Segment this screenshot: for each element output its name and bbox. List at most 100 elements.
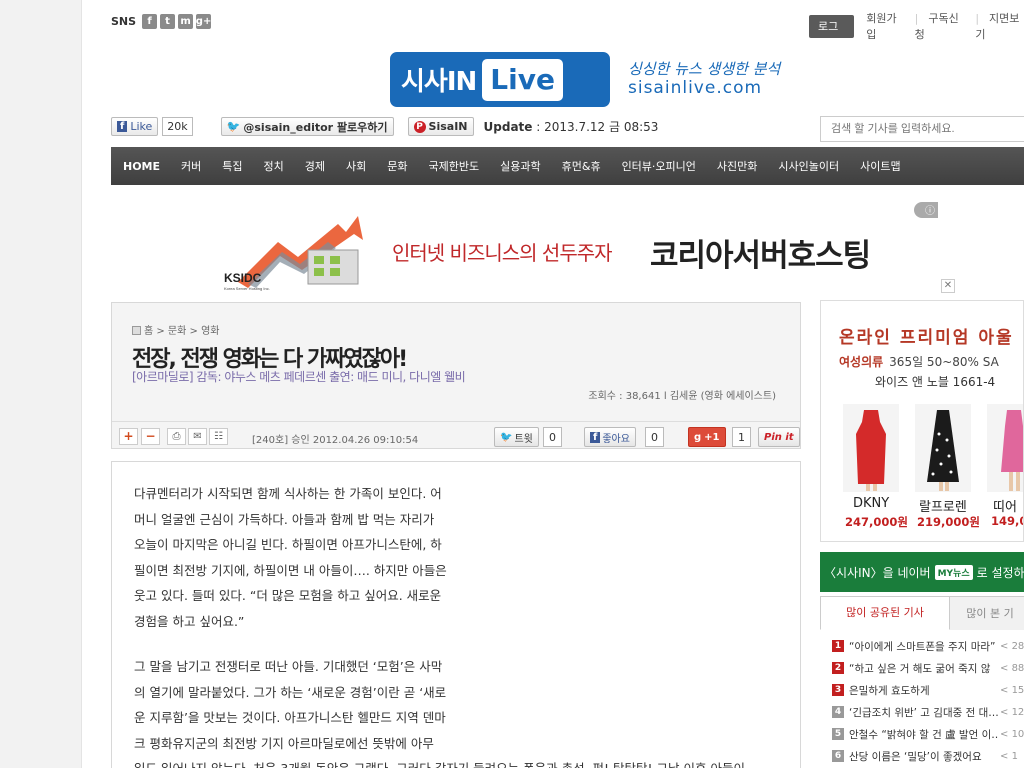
share-count-value: 10 bbox=[1011, 728, 1024, 740]
nav-human[interactable]: 휴먼&휴 bbox=[562, 158, 601, 174]
home-icon[interactable] bbox=[132, 326, 141, 335]
facebook-icon[interactable]: f bbox=[142, 14, 158, 29]
rank-title: 산당 이름은 ‘밀당’이 좋겠어요 bbox=[849, 750, 982, 763]
outlet-ad-category: 여성의류 bbox=[839, 355, 884, 369]
outlet-ad[interactable]: 온라인 프리미엄 아울 여성의류 365일 50~80% SA 와이즈 앤 노블 … bbox=[820, 300, 1024, 542]
pin-it-button[interactable]: Pin it bbox=[758, 427, 800, 447]
subscribe-link[interactable]: 구독신청 bbox=[915, 10, 964, 42]
list-item[interactable]: 1 “아이에게 스마트폰을 주지 마라” < 28 bbox=[832, 638, 1024, 654]
nav-home[interactable]: HOME bbox=[123, 160, 160, 173]
nav-society[interactable]: 사회 bbox=[346, 158, 366, 174]
share-count: < 1 bbox=[1000, 750, 1018, 762]
twitter-icon: 🐦 bbox=[500, 431, 513, 443]
share-count: < 15 bbox=[1000, 684, 1024, 696]
scrap-icon[interactable]: ☷ bbox=[209, 428, 228, 445]
list-item[interactable]: 4 ‘긴급조치 위반’ 고 김대중 전 대… < 12 bbox=[832, 704, 1024, 720]
banner-name: 코리아서버호스팅 bbox=[650, 238, 871, 274]
tweet-button[interactable]: 🐦 트윗 bbox=[494, 427, 539, 447]
site-logo[interactable]: 시사IN Live bbox=[390, 52, 610, 107]
left-gutter bbox=[0, 0, 82, 768]
email-icon[interactable]: ✉ bbox=[188, 428, 207, 445]
share-count-value: 15 bbox=[1011, 684, 1024, 696]
dress-image[interactable] bbox=[915, 404, 971, 492]
list-item[interactable]: 2 “하고 싶은 거 해도 굶어 죽지 않 < 88 bbox=[832, 660, 1024, 676]
popular-tabs: 많이 공유된 기사 많이 본 기 bbox=[820, 596, 1024, 630]
twitter-icon[interactable]: t bbox=[160, 14, 176, 29]
list-item[interactable]: 5 안철수 “밝혀야 할 건 盧 발언 이… < 10 bbox=[832, 726, 1024, 742]
item-name: 랄프로렌 bbox=[919, 500, 967, 515]
signup-link[interactable]: 회원가입 bbox=[866, 10, 902, 42]
update-time: Update : 2013.7.12 금 08:53 bbox=[484, 118, 659, 135]
login-button[interactable]: 로그인 bbox=[809, 14, 855, 56]
gplus-label: +1 bbox=[704, 431, 720, 443]
google-plus-icon[interactable]: g+ bbox=[196, 14, 211, 29]
dress-image[interactable] bbox=[987, 404, 1024, 492]
breadcrumb: 홈 > 문화 > 영화 bbox=[132, 322, 219, 337]
list-item[interactable]: 6 산당 이름은 ‘밀당’이 좋겠어요 < 1 bbox=[832, 748, 1022, 764]
issue-info: [240호] 승인 2012.04.26 09:10:54 bbox=[252, 435, 419, 446]
twitter-follow-button[interactable]: 🐦 @sisain_editor 팔로우하기 bbox=[220, 117, 394, 136]
nav-economy[interactable]: 경제 bbox=[305, 158, 325, 174]
font-decrease-button[interactable]: − bbox=[141, 428, 160, 445]
sns-bar: SNS f t m g+ bbox=[111, 14, 211, 29]
mynews-tag: MY뉴스 bbox=[934, 564, 973, 580]
share-count-value: 88 bbox=[1011, 662, 1024, 674]
tab-most-viewed[interactable]: 많이 본 기 bbox=[950, 596, 1024, 630]
nav-playground[interactable]: 시사인놀이터 bbox=[778, 158, 839, 174]
nav-science[interactable]: 실용과학 bbox=[500, 158, 540, 174]
close-icon[interactable]: ✕ bbox=[941, 279, 955, 293]
rank-title: ‘긴급조치 위반’ 고 김대중 전 대… bbox=[849, 706, 999, 719]
fb-like-count: 0 bbox=[645, 427, 664, 447]
body-line: 경험을 하고 싶어요.” bbox=[134, 613, 245, 629]
naver-mynews-banner[interactable]: 〈시사IN〉을 네이버 MY뉴스 로 설정하 bbox=[820, 552, 1024, 592]
search-input[interactable] bbox=[820, 116, 1024, 142]
logo-brand: 시사IN bbox=[401, 67, 477, 97]
info-icon[interactable]: ⓘ bbox=[914, 202, 938, 218]
rank-number: 4 bbox=[832, 706, 844, 718]
banner-ad[interactable]: KSIDC Korea Server Hosting Inc. 인터넷 비즈니스… bbox=[210, 204, 940, 292]
facebook-like-share-button[interactable]: f 좋아요 bbox=[584, 427, 636, 447]
outlet-ad-sale: 365일 50~80% SA bbox=[889, 355, 999, 369]
nav-international[interactable]: 국제한반도 bbox=[429, 158, 480, 174]
google-plus-button[interactable]: g +1 bbox=[688, 427, 726, 447]
print-edition-link[interactable]: 지면보기 bbox=[975, 10, 1024, 42]
nav-cover[interactable]: 커버 bbox=[181, 158, 201, 174]
facebook-icon: f bbox=[117, 121, 128, 132]
share-count: < 88 bbox=[1000, 662, 1024, 674]
print-icon[interactable]: ⎙ bbox=[167, 428, 186, 445]
body-line: 웃고 있다. 들떠 있다. “더 많은 모험을 하고 싶어요. 새로운 bbox=[134, 588, 442, 603]
pinterest-follow-button[interactable]: P SisaIN bbox=[407, 117, 474, 136]
outlet-ad-sub: 여성의류 365일 50~80% SA bbox=[839, 353, 999, 370]
body-line: 크 평화유지군의 최전방 기지 아르마딜로에선 뜻밖에 아무 bbox=[134, 735, 434, 751]
like-count: 20k bbox=[162, 117, 193, 136]
nav-culture[interactable]: 문화 bbox=[387, 158, 407, 174]
tweet-label: 트윗 bbox=[514, 433, 533, 445]
rank-number: 5 bbox=[832, 728, 844, 740]
dress-image[interactable] bbox=[843, 404, 899, 492]
site-domain: sisainlive.com bbox=[628, 78, 763, 98]
tweet-count: 0 bbox=[543, 427, 562, 447]
rank-title: “아이에게 스마트폰을 주지 마라” bbox=[849, 640, 996, 653]
nav-politics[interactable]: 정치 bbox=[264, 158, 284, 174]
nav-special[interactable]: 특집 bbox=[222, 158, 242, 174]
nav-photo[interactable]: 사진만화 bbox=[717, 158, 757, 174]
item-name: 띠어 bbox=[993, 500, 1017, 515]
body-line: 운 지루함’을 맛보는 것이다. 아프가니스탄 헬만드 지역 덴마 bbox=[134, 710, 446, 725]
nav-interview[interactable]: 인터뷰·오피니언 bbox=[622, 158, 696, 174]
font-increase-button[interactable]: + bbox=[119, 428, 138, 445]
pinterest-icon: P bbox=[413, 120, 426, 133]
update-value: : 2013.7.12 금 08:53 bbox=[536, 120, 659, 134]
list-item[interactable]: 3 은밀하게 효도하게 < 15 bbox=[832, 682, 1024, 698]
me2day-icon[interactable]: m bbox=[178, 14, 194, 29]
breadcrumb-text[interactable]: 홈 > 문화 > 영화 bbox=[144, 326, 219, 337]
article-header: 홈 > 문화 > 영화 전장, 전쟁 영화는 다 가짜였잖아! [아르마딜로] … bbox=[111, 302, 801, 449]
tab-most-shared[interactable]: 많이 공유된 기사 bbox=[820, 596, 950, 630]
gplus-count: 1 bbox=[732, 427, 751, 447]
banner-tagline: 인터넷 비즈니스의 선두주자 bbox=[392, 241, 613, 265]
mynews-text-b: 로 설정하 bbox=[976, 565, 1024, 580]
nav-sitemap[interactable]: 사이트맵 bbox=[860, 158, 900, 174]
google-plus-icon: g bbox=[694, 431, 702, 443]
pinterest-label: SisaIN bbox=[428, 120, 468, 133]
facebook-like-button[interactable]: f Like bbox=[111, 117, 159, 136]
social-bar: f Like 20k 🐦 @sisain_editor 팔로우하기 P SisaIN … bbox=[111, 117, 658, 136]
